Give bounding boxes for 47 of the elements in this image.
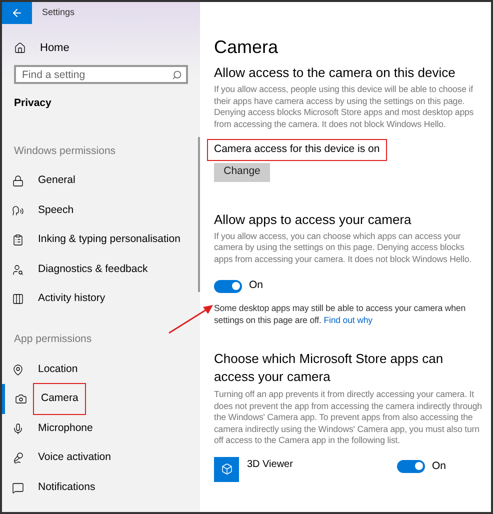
columns-icon (12, 293, 24, 306)
search-icon (172, 70, 182, 80)
page-title: Camera (214, 36, 280, 59)
toggle-switch[interactable] (214, 280, 242, 293)
microphone-icon (12, 452, 24, 464)
section-heading: Allow apps to access your camera (214, 210, 412, 228)
microphone-icon (12, 422, 24, 434)
nav-item[interactable]: Speech (2, 196, 200, 226)
nav-item[interactable]: Notifications (2, 472, 200, 502)
app-name: 3D Viewer (247, 458, 294, 472)
nav-item[interactable]: Microphone (2, 414, 200, 444)
change-button[interactable]: Change (214, 162, 270, 182)
find-out-why-link[interactable]: Find out why (324, 314, 372, 324)
nav-item[interactable]: Location (2, 354, 200, 384)
person-icon (12, 264, 24, 276)
camera-icon (15, 393, 27, 405)
group-heading: App permissions (14, 332, 93, 347)
toggle-label: On (249, 278, 264, 294)
search-field[interactable]: Find a setting (14, 65, 188, 84)
home-item[interactable]: Home (14, 38, 200, 58)
section-heading: Choose which Microsoft Store apps can access your camera (214, 350, 444, 386)
description-text: If you allow access, you can choose which apps can access your camera by using the settings on this page. Denying access blocks apps from accessing your camera. It does not block Windows Hello. (214, 230, 473, 266)
speech-bubble-icon (12, 482, 24, 494)
home-icon (14, 42, 26, 54)
nav-item[interactable]: Inking & typing personalisation (2, 226, 200, 255)
note-text: Some desktop apps may still be able to access your camera when settings on this page are off. Find out why (214, 303, 466, 326)
description-text: If you allow access, people using this device will be able to choose if their apps have camera access by using the settings on this page. Denying access blocks Microsoft Store apps and most desktop apps from accessing the camera. It does not block Windows Hello. (214, 84, 475, 130)
clipboard-icon (12, 234, 24, 246)
nav-item[interactable]: Activity history (2, 284, 200, 314)
nav-item[interactable]: Diagnostics & feedback (2, 255, 200, 284)
toggle-switch[interactable] (397, 460, 425, 473)
toggle-label: On (432, 458, 446, 474)
nav-item[interactable]: Voice activation (2, 443, 200, 473)
group-heading: Windows permissions (14, 144, 117, 159)
description-text: Turning off an app prevents it from directly accessing your camera. It does not prevent the app from accessing the camera indirectly through the Windows' Camera app. To prevent apps from also accessing the camera indirectly using the Windows' Camera app, you must also turn off access to the Camera app in the following list. (214, 389, 483, 446)
back-arrow-icon (11, 7, 23, 19)
window-title: Settings (42, 6, 75, 20)
section-title: Privacy (14, 96, 52, 111)
speech-icon (12, 204, 24, 217)
status-text: Camera access for this device is on (207, 139, 387, 161)
back-button[interactable] (2, 2, 32, 24)
lock-icon (12, 175, 24, 188)
nav-item[interactable]: General (2, 166, 200, 196)
cube-icon (220, 463, 232, 475)
nav-item[interactable]: Camera (2, 384, 200, 414)
section-heading: Allow access to the camera on this device (214, 64, 456, 81)
pin-icon (12, 364, 24, 376)
